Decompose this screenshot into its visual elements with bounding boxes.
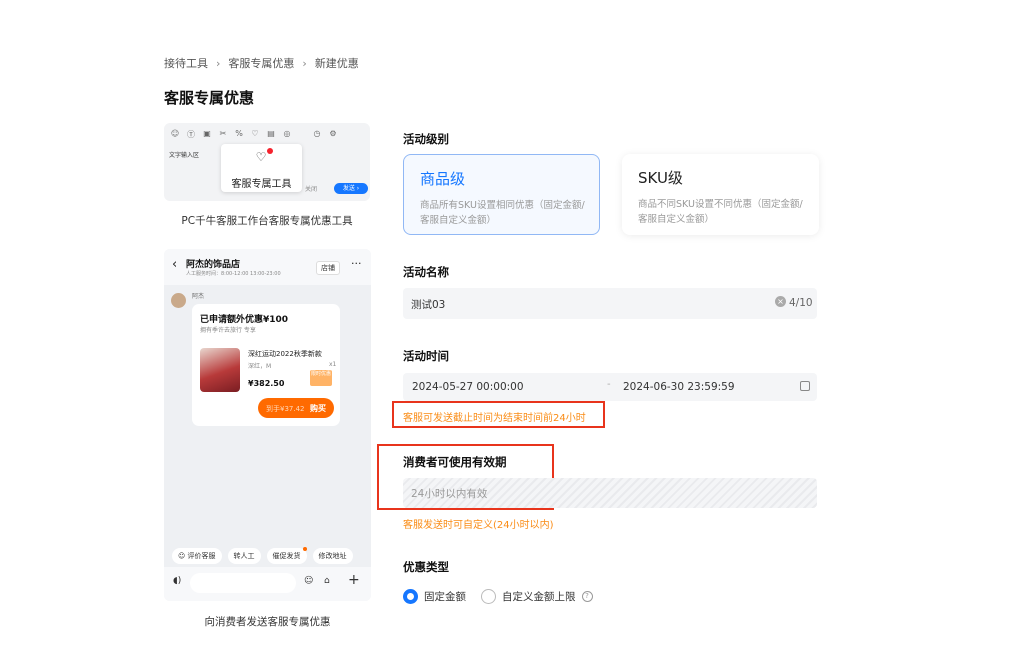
level-label: 活动级别: [403, 132, 449, 146]
activity-name-input[interactable]: 测试03 × 4/10: [403, 288, 817, 319]
breadcrumb: 接待工具 › 客服专属优惠 › 新建优惠: [164, 55, 359, 71]
phone-preview: ‹ 阿杰的饰品店 人工服务时间：8:00-12:00 13:00-23:00 店…: [164, 249, 371, 601]
pc-preview-card: ☺ Ⓣ ▣ ✂ % ♡ ▤ ◎ ◷ ⚙ 文字输入区 ♡ 客服专属工具 关闭 发送…: [164, 123, 370, 201]
radio-circle[interactable]: [481, 589, 496, 604]
radio-fixed-amount[interactable]: 固定金额: [403, 589, 466, 604]
validity-value: 24小时以内有效: [411, 488, 488, 500]
breadcrumb-separator: ›: [302, 56, 307, 70]
phone-input-bar: ◖) ☺ ⌂ +: [164, 567, 371, 601]
validity-label: 消费者可使用有效期: [403, 455, 507, 469]
pc-tooltip: ♡ 客服专属工具: [221, 144, 302, 192]
coupon-subtitle: 拥有季许去旅行 专享: [200, 327, 256, 334]
coupon-title: 已申请额外优惠¥100: [200, 315, 289, 325]
search-icon: ◎: [283, 129, 291, 138]
quick-action-address: 修改地址: [312, 548, 353, 564]
validity-hint: 客服发送时可自定义(24小时以内): [403, 520, 554, 531]
radio-custom-amount[interactable]: 自定义金额上限 ?: [481, 589, 593, 604]
coupon-message-bubble: 已申请额外优惠¥100 拥有季许去旅行 专享 深红运动2022秋季新款 深红，M…: [192, 304, 340, 426]
time-hint: 客服可发送截止时间为结束时间前24小时: [403, 413, 586, 424]
activity-name-value: 测试03: [411, 299, 446, 311]
calendar-icon[interactable]: [800, 381, 810, 391]
phone-preview-caption: 向消费者发送客服专属优惠: [204, 616, 331, 628]
phone-message-field: [190, 573, 296, 593]
voice-icon: ◖): [173, 576, 182, 586]
product-name: 深红运动2022秋季新款: [248, 350, 322, 358]
pc-send-button: 发送 ›: [334, 183, 368, 194]
image-icon: ▣: [203, 129, 211, 138]
phone-quick-actions: ☺ 评价客服 转人工 催促发货 修改地址: [172, 547, 353, 564]
quick-action-transfer: 转人工: [227, 548, 261, 564]
help-icon[interactable]: ?: [581, 591, 593, 602]
level-option-title: 商品级: [420, 170, 466, 188]
coupon-heart-icon: ♡: [255, 150, 267, 164]
more-icon: ···: [351, 257, 362, 270]
breadcrumb-separator: ›: [216, 56, 221, 70]
level-option-sku[interactable]: SKU级 商品不同SKU设置不同优惠（固定金额/客服自定义金额）: [622, 154, 819, 235]
radio-label: 自定义金额上限: [502, 591, 576, 603]
time-label: 活动时间: [403, 349, 449, 363]
pc-preview-caption: PC千牛客服工作台客服专属优惠工具: [181, 215, 353, 227]
name-label: 活动名称: [403, 265, 449, 279]
product-image: [200, 348, 240, 392]
back-icon: ‹: [172, 257, 178, 272]
product-promo-tag: 限时优惠: [310, 370, 332, 386]
product-price: ¥382.50: [248, 379, 285, 388]
level-option-title: SKU级: [638, 169, 683, 187]
product-qty: x1: [329, 361, 337, 368]
radio-label: 固定金额: [424, 591, 466, 603]
pc-toolbar: ☺ Ⓣ ▣ ✂ % ♡ ▤ ◎ ◷ ⚙: [170, 129, 338, 140]
coupon-heart-icon: ♡: [251, 129, 259, 138]
page-title: 客服专属优惠: [164, 89, 255, 107]
breadcrumb-item-coupon[interactable]: 客服专属优惠: [228, 55, 294, 71]
time-end-value[interactable]: 2024-06-30 23:59:59: [623, 381, 735, 393]
pc-close-label: 关闭: [305, 186, 318, 193]
breadcrumb-item-tools[interactable]: 接待工具: [164, 55, 208, 71]
scissors-icon: ✂: [219, 129, 227, 138]
phone-header: ‹ 阿杰的饰品店 人工服务时间：8:00-12:00 13:00-23:00 店…: [164, 249, 371, 285]
phone-shop-name: 阿杰的饰品店: [186, 260, 241, 270]
notification-dot: [267, 148, 273, 154]
text-icon: Ⓣ: [187, 130, 195, 139]
level-option-product[interactable]: 商品级 商品所有SKU设置相同优惠（固定金额/客服自定义金额）: [403, 154, 600, 235]
validity-input-disabled: 24小时以内有效: [403, 478, 817, 508]
clock-icon: ◷: [313, 129, 321, 138]
avatar: [171, 293, 186, 308]
time-range-separator: -: [607, 379, 611, 390]
emoji-icon: ☺: [304, 576, 314, 586]
settings-icon: ⚙: [329, 129, 337, 138]
phone-agent-name: 阿杰: [192, 293, 205, 300]
activity-time-range-picker[interactable]: 2024-05-27 00:00:00 - 2024-06-30 23:59:5…: [403, 373, 817, 401]
pc-input-area-label: 文字输入区: [169, 152, 200, 159]
char-counter: 4/10: [789, 297, 813, 309]
time-start-value[interactable]: 2024-05-27 00:00:00: [412, 381, 524, 393]
list-icon: ▤: [267, 129, 275, 138]
pc-tooltip-label: 客服专属工具: [231, 179, 292, 190]
level-option-desc: 商品所有SKU设置相同优惠（固定金额/客服自定义金额）: [420, 200, 585, 226]
quick-action-urge: 催促发货: [266, 547, 307, 564]
emoji-icon: ☺: [170, 129, 180, 138]
plus-icon: +: [348, 572, 360, 588]
breadcrumb-item-new: 新建优惠: [314, 57, 359, 70]
phone-shop-hours: 人工服务时间：8:00-12:00 13:00-23:00: [186, 271, 281, 277]
phone-store-button: 店铺: [316, 261, 340, 275]
buy-label: 购买: [310, 404, 326, 413]
radio-circle-checked[interactable]: [403, 589, 418, 604]
buy-price: 到手¥37.42: [266, 405, 305, 413]
level-option-desc: 商品不同SKU设置不同优惠（固定金额/客服自定义金额）: [638, 199, 803, 225]
quick-action-rate: ☺ 评价客服: [172, 548, 222, 564]
bag-icon: ⌂: [324, 576, 330, 586]
buy-button: 到手¥37.42 购买: [258, 398, 334, 418]
type-label: 优惠类型: [403, 560, 449, 574]
clear-icon[interactable]: ×: [775, 296, 786, 307]
product-spec: 深红，M: [248, 363, 272, 370]
percent-icon: %: [235, 129, 243, 138]
